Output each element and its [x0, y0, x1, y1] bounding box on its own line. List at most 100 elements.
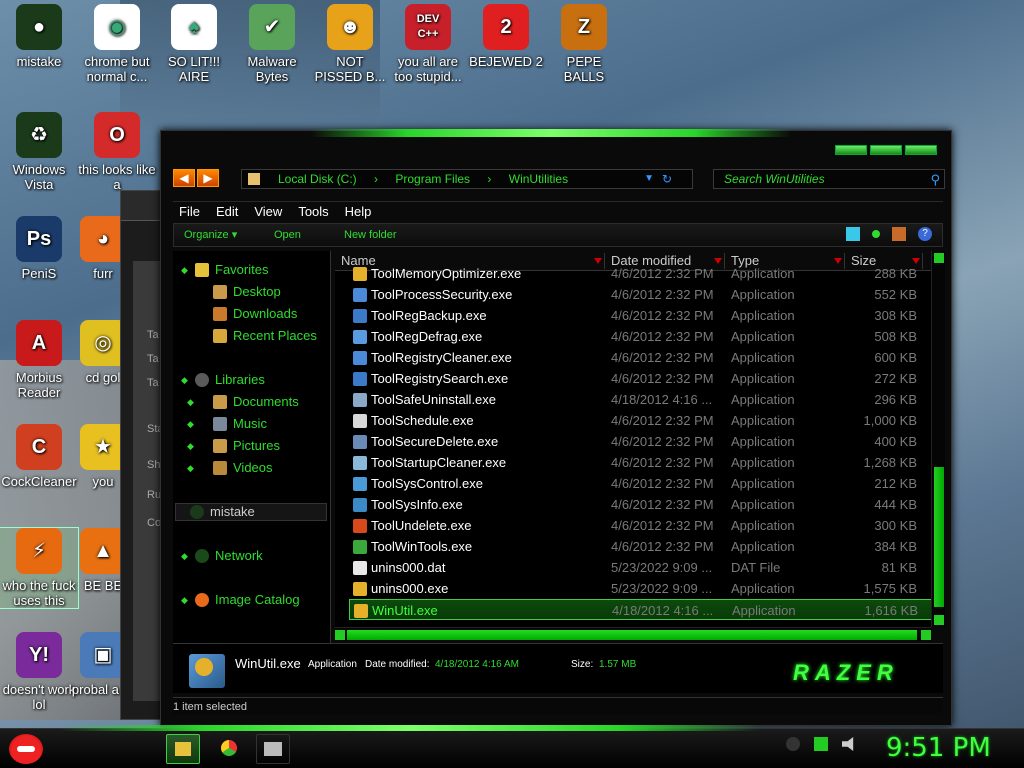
- file-size: 400 KB: [874, 434, 917, 449]
- file-row[interactable]: ToolMemoryOptimizer.exe 4/6/2012 2:32 PM A…: [349, 263, 933, 284]
- nav-desktop[interactable]: Desktop: [213, 283, 281, 301]
- preview-pane-icon[interactable]: [892, 227, 906, 241]
- desktop-icon[interactable]: ♠ SO LIT!!! AIRE: [155, 4, 233, 84]
- file-icon: [353, 561, 367, 575]
- menu-tools[interactable]: Tools: [298, 202, 328, 221]
- close-button[interactable]: [905, 145, 937, 155]
- desktop-icon[interactable]: ☻ NOT PISSED B...: [311, 4, 389, 84]
- file-row[interactable]: ToolWinTools.exe 4/6/2012 2:32 PM Applicat…: [349, 536, 933, 557]
- taskbar-chrome[interactable]: [212, 734, 246, 764]
- nav-downloads[interactable]: Downloads: [213, 305, 297, 323]
- expand-icon[interactable]: ◆: [181, 595, 188, 606]
- explorer-window[interactable]: ◀ ▶ Local Disk (C:) › Program Files › Wi…: [160, 129, 952, 726]
- organize-button[interactable]: Organize ▾: [184, 224, 237, 246]
- expand-icon[interactable]: ◆: [187, 419, 194, 430]
- menu-view[interactable]: View: [254, 202, 282, 221]
- help-icon[interactable]: ?: [918, 227, 932, 241]
- view-dot-icon[interactable]: [872, 230, 880, 238]
- scroll-down-button[interactable]: [934, 615, 944, 625]
- file-row[interactable]: ToolRegBackup.exe 4/6/2012 2:32 PM Applica…: [349, 305, 933, 326]
- file-row[interactable]: ToolUndelete.exe 4/6/2012 2:32 PM Applicat…: [349, 515, 933, 536]
- expand-icon[interactable]: ◆: [187, 441, 194, 452]
- new-folder-button[interactable]: New folder: [344, 224, 397, 246]
- scroll-up-button[interactable]: [934, 253, 944, 263]
- maximize-button[interactable]: [870, 145, 902, 155]
- volume-icon[interactable]: [842, 737, 854, 751]
- scroll-left-button[interactable]: [335, 630, 345, 640]
- desktop-icon[interactable]: 2 BEJEWED 2: [467, 4, 545, 69]
- scroll-thumb[interactable]: [934, 467, 944, 607]
- nav-documents[interactable]: Documents: [213, 393, 299, 411]
- nav-libraries[interactable]: Libraries: [195, 371, 265, 389]
- expand-icon[interactable]: ◆: [181, 551, 188, 562]
- nav-videos[interactable]: Videos: [213, 459, 273, 477]
- menu-help[interactable]: Help: [345, 202, 372, 221]
- refresh-icon[interactable]: ↻: [662, 170, 672, 188]
- nav-favorites[interactable]: Favorites: [195, 261, 268, 279]
- file-row[interactable]: ToolProcessSecurity.exe 4/6/2012 2:32 PM A…: [349, 284, 933, 305]
- file-icon: [353, 582, 367, 596]
- details-type: Application: [308, 659, 357, 670]
- file-row[interactable]: ToolStartupCleaner.exe 4/6/2012 2:32 PM Ap…: [349, 452, 933, 473]
- file-name: ToolRegistryCleaner.exe: [371, 350, 512, 365]
- desktop-icon[interactable]: Z PEPE BALLS: [545, 4, 623, 84]
- expand-icon[interactable]: ◆: [181, 265, 188, 276]
- breadcrumb-program-files[interactable]: Program Files: [395, 172, 470, 186]
- file-name: WinUtil.exe: [372, 603, 438, 618]
- file-row[interactable]: ToolSysInfo.exe 4/6/2012 2:32 PM Applicati…: [349, 494, 933, 515]
- file-row[interactable]: ToolRegistryCleaner.exe 4/6/2012 2:32 PM A…: [349, 347, 933, 368]
- back-button[interactable]: ◀: [173, 169, 195, 187]
- nav-network[interactable]: Network: [195, 547, 263, 565]
- file-size: 552 KB: [874, 287, 917, 302]
- scroll-right-button[interactable]: [921, 630, 931, 640]
- desktop-icon[interactable]: DEV C++ you all are too stupid...: [389, 4, 467, 84]
- view-options-icon[interactable]: [846, 227, 860, 241]
- file-size: 212 KB: [874, 476, 917, 491]
- file-row[interactable]: unins000.exe 5/23/2022 9:09 ... Applicatio…: [349, 578, 933, 599]
- expand-icon[interactable]: ◆: [187, 397, 194, 408]
- network-tray-icon[interactable]: [814, 737, 828, 751]
- breadcrumb-winutilities[interactable]: WinUtilities: [509, 172, 568, 186]
- taskbar-explorer[interactable]: [166, 734, 200, 764]
- nav-music[interactable]: Music: [213, 415, 267, 433]
- desktop-icon[interactable]: ♻ Windows Vista: [0, 112, 78, 192]
- desktop-icon[interactable]: Othis looks like a: [78, 112, 156, 192]
- taskbar-task-manager[interactable]: [256, 734, 290, 764]
- search-input[interactable]: Search WinUtilities ⚲: [713, 169, 945, 189]
- file-type: Application: [731, 518, 795, 533]
- address-bar[interactable]: Local Disk (C:) › Program Files › WinUti…: [241, 169, 693, 189]
- file-row[interactable]: ToolSysControl.exe 4/6/2012 2:32 PM Applic…: [349, 473, 933, 494]
- nav-recent-places[interactable]: Recent Places: [213, 327, 317, 345]
- vertical-scrollbar[interactable]: [931, 251, 945, 627]
- desktop-icon[interactable]: ✔ Malware Bytes: [233, 4, 311, 84]
- search-icon[interactable]: ⚲: [930, 171, 940, 189]
- app-icon: Ps: [16, 216, 62, 262]
- chevron-down-icon[interactable]: ▼: [644, 170, 654, 188]
- start-button[interactable]: [4, 729, 48, 768]
- scroll-thumb[interactable]: [347, 630, 917, 640]
- open-button[interactable]: Open: [274, 224, 301, 246]
- tray-expand-icon[interactable]: [786, 737, 800, 751]
- expand-icon[interactable]: ◆: [187, 463, 194, 474]
- nav-mistake[interactable]: mistake: [175, 503, 327, 521]
- nav-image-catalog[interactable]: Image Catalog: [195, 591, 300, 609]
- file-row[interactable]: WinUtil.exe 4/18/2012 4:16 ... Application…: [349, 599, 933, 620]
- desktop-icon[interactable]: ◉ chrome but normal c...: [78, 4, 156, 84]
- file-row[interactable]: ToolSecureDelete.exe 4/6/2012 2:32 PM Appl…: [349, 431, 933, 452]
- menu-edit[interactable]: Edit: [216, 202, 238, 221]
- file-row[interactable]: ToolSafeUninstall.exe 4/18/2012 4:16 ... A…: [349, 389, 933, 410]
- desktop-icon[interactable]: ● mistake: [0, 4, 78, 69]
- minimize-button[interactable]: [835, 145, 867, 155]
- file-date: 5/23/2022 9:09 ...: [611, 560, 713, 575]
- nav-pictures[interactable]: Pictures: [213, 437, 280, 455]
- file-row[interactable]: ToolRegistrySearch.exe 4/6/2012 2:32 PM Ap…: [349, 368, 933, 389]
- file-row[interactable]: unins000.dat 5/23/2022 9:09 ... DAT File 81…: [349, 557, 933, 578]
- clock[interactable]: 9:51 PM: [886, 733, 991, 763]
- forward-button[interactable]: ▶: [197, 169, 219, 187]
- menu-file[interactable]: File: [179, 202, 200, 221]
- file-row[interactable]: ToolRegDefrag.exe 4/6/2012 2:32 PM Applica…: [349, 326, 933, 347]
- horizontal-scrollbar[interactable]: [335, 627, 931, 641]
- expand-icon[interactable]: ◆: [181, 375, 188, 386]
- breadcrumb-local-disk[interactable]: Local Disk (C:): [278, 172, 357, 186]
- file-row[interactable]: ToolSchedule.exe 4/6/2012 2:32 PM Applicat…: [349, 410, 933, 431]
